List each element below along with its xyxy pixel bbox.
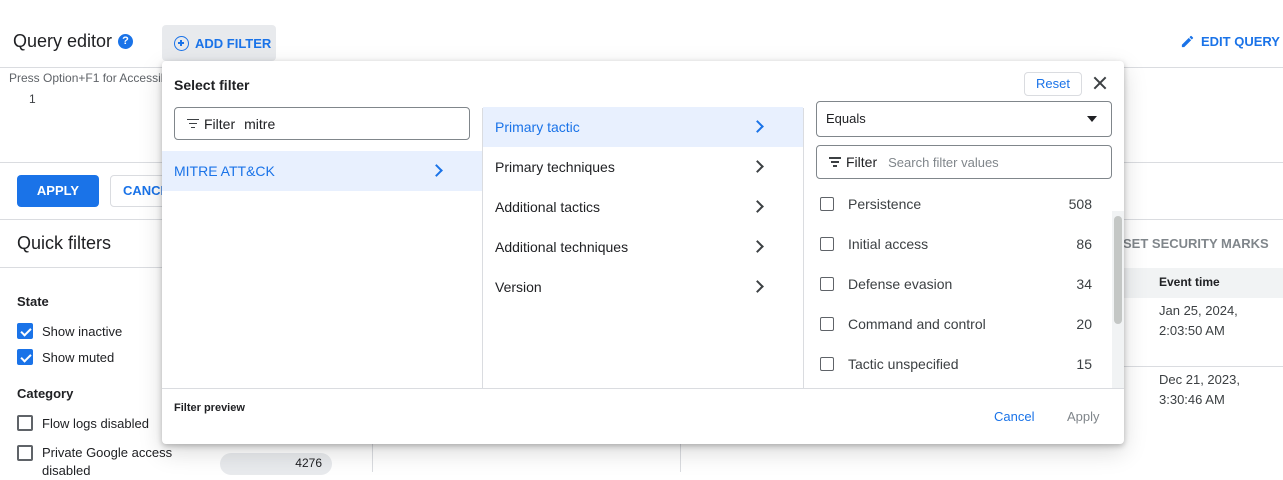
value-option-command-and-control[interactable]: Command and control 20 [820,304,1092,344]
value-label: Tactic unspecified [848,356,959,372]
attribute-item-primary-techniques[interactable]: Primary techniques [483,147,803,187]
checkbox-icon[interactable] [820,197,834,211]
private-google-access-checkbox[interactable]: Private Google access disabled [17,445,182,480]
cancel-button[interactable]: CANCEL [110,175,170,207]
checkbox-icon[interactable] [820,357,834,371]
chevron-right-icon [751,120,764,133]
close-icon[interactable] [1091,74,1109,92]
value-count: 15 [1076,356,1092,372]
value-option-defense-evasion[interactable]: Defense evasion 34 [820,264,1092,304]
attribute-label: Version [495,279,542,295]
editor-line-number: 1 [29,92,36,106]
category-heading: Category [17,386,74,401]
value-count: 86 [1076,236,1092,252]
divider [162,388,1124,389]
checkbox-label: Show muted [42,349,115,365]
checkbox-icon[interactable] [820,277,834,291]
filter-preview-label: Filter preview [174,402,245,414]
checkbox-icon[interactable] [820,237,834,251]
add-circle-icon [174,35,189,51]
category-item-mitre[interactable]: MITRE ATT&CK [162,151,482,191]
chevron-right-icon [751,200,764,213]
value-count: 20 [1076,316,1092,332]
value-option-initial-access[interactable]: Initial access 86 [820,224,1092,264]
add-filter-button[interactable]: ADD FILTER [162,25,276,61]
value-label: Defense evasion [848,276,953,292]
quick-filters-title: Quick filters [17,233,112,253]
apply-button[interactable]: APPLY [17,175,99,207]
checkbox-icon[interactable] [17,415,33,431]
filter-icon [187,118,199,129]
dialog-apply-button[interactable]: Apply [1067,409,1100,424]
attribute-item-version[interactable]: Version [483,267,803,307]
reset-button[interactable]: Reset [1024,72,1082,96]
operator-select[interactable]: Equals [816,101,1112,137]
attribute-item-additional-techniques[interactable]: Additional techniques [483,227,803,267]
edit-query-label: EDIT QUERY [1201,34,1280,49]
filter-search-input[interactable]: Filter mitre [174,107,470,140]
column-header-event-time[interactable]: Event time [1159,275,1220,289]
value-search-prefix: Filter [846,154,878,170]
category-label: MITRE ATT&CK [174,163,275,179]
checkbox-checked-icon[interactable] [17,349,33,365]
attribute-label: Additional tactics [495,199,601,215]
filter-icon [829,157,841,167]
pencil-icon [1181,35,1194,48]
editor-hint: Press Option+F1 for Accessibility Option… [9,71,162,85]
value-label: Persistence [848,196,922,212]
table-cell: Dec 21, 2023, 3:30:46 AM [1159,372,1240,407]
select-filter-dialog: Select filter Reset Filter mitre MITRE A… [162,61,1124,444]
page-title: Query editor [13,31,113,51]
checkbox-label: Flow logs disabled [42,415,149,431]
attribute-label: Primary tactic [495,119,580,135]
chevron-right-icon [430,164,443,177]
value-label: Initial access [848,236,929,252]
checkbox-label: Show inactive [42,323,123,339]
checkbox-icon[interactable] [17,445,33,461]
help-circle-icon[interactable]: ? [118,34,133,49]
value-search-input[interactable]: Filter Search filter values [816,145,1112,179]
attribute-label: Primary techniques [495,159,615,175]
edit-query-button[interactable]: EDIT QUERY [1180,34,1280,49]
dropdown-arrow-icon [1087,116,1097,122]
table-cell: Jan 25, 2024, 2:03:50 AM [1159,303,1238,338]
state-heading: State [17,294,49,309]
scrollbar-thumb[interactable] [1114,216,1122,324]
attribute-item-primary-tactic[interactable]: Primary tactic [483,107,803,147]
add-filter-label: ADD FILTER [195,35,272,51]
attribute-label: Additional techniques [495,239,629,255]
chevron-right-icon [751,240,764,253]
column-divider [803,108,804,388]
value-count: 34 [1076,276,1092,292]
value-count: 508 [1068,196,1092,212]
value-label: Command and control [848,316,986,332]
checkbox-label: Private Google access disabled [42,445,173,478]
show-muted-checkbox[interactable]: Show muted [17,349,114,365]
show-inactive-checkbox[interactable]: Show inactive [17,323,122,339]
checkbox-checked-icon[interactable] [17,323,33,339]
flow-logs-disabled-checkbox[interactable]: Flow logs disabled [17,415,149,431]
dialog-cancel-button[interactable]: Cancel [994,409,1034,424]
attribute-item-additional-tactics[interactable]: Additional tactics [483,187,803,227]
chevron-right-icon [751,280,764,293]
filter-prefix: Filter [204,115,236,132]
value-option-tactic-unspecified[interactable]: Tactic unspecified 15 [820,344,1092,384]
filter-input-value[interactable]: mitre [244,116,275,132]
dialog-title: Select filter [174,77,250,93]
operator-value: Equals [826,111,866,126]
set-security-marks-button[interactable]: SET SECURITY MARKS [1123,236,1269,251]
checkbox-icon[interactable] [820,317,834,331]
value-search-placeholder[interactable]: Search filter values [888,155,999,170]
value-option-persistence[interactable]: Persistence 508 [820,184,1092,224]
table-row-divider [1123,366,1283,367]
chevron-right-icon [751,160,764,173]
